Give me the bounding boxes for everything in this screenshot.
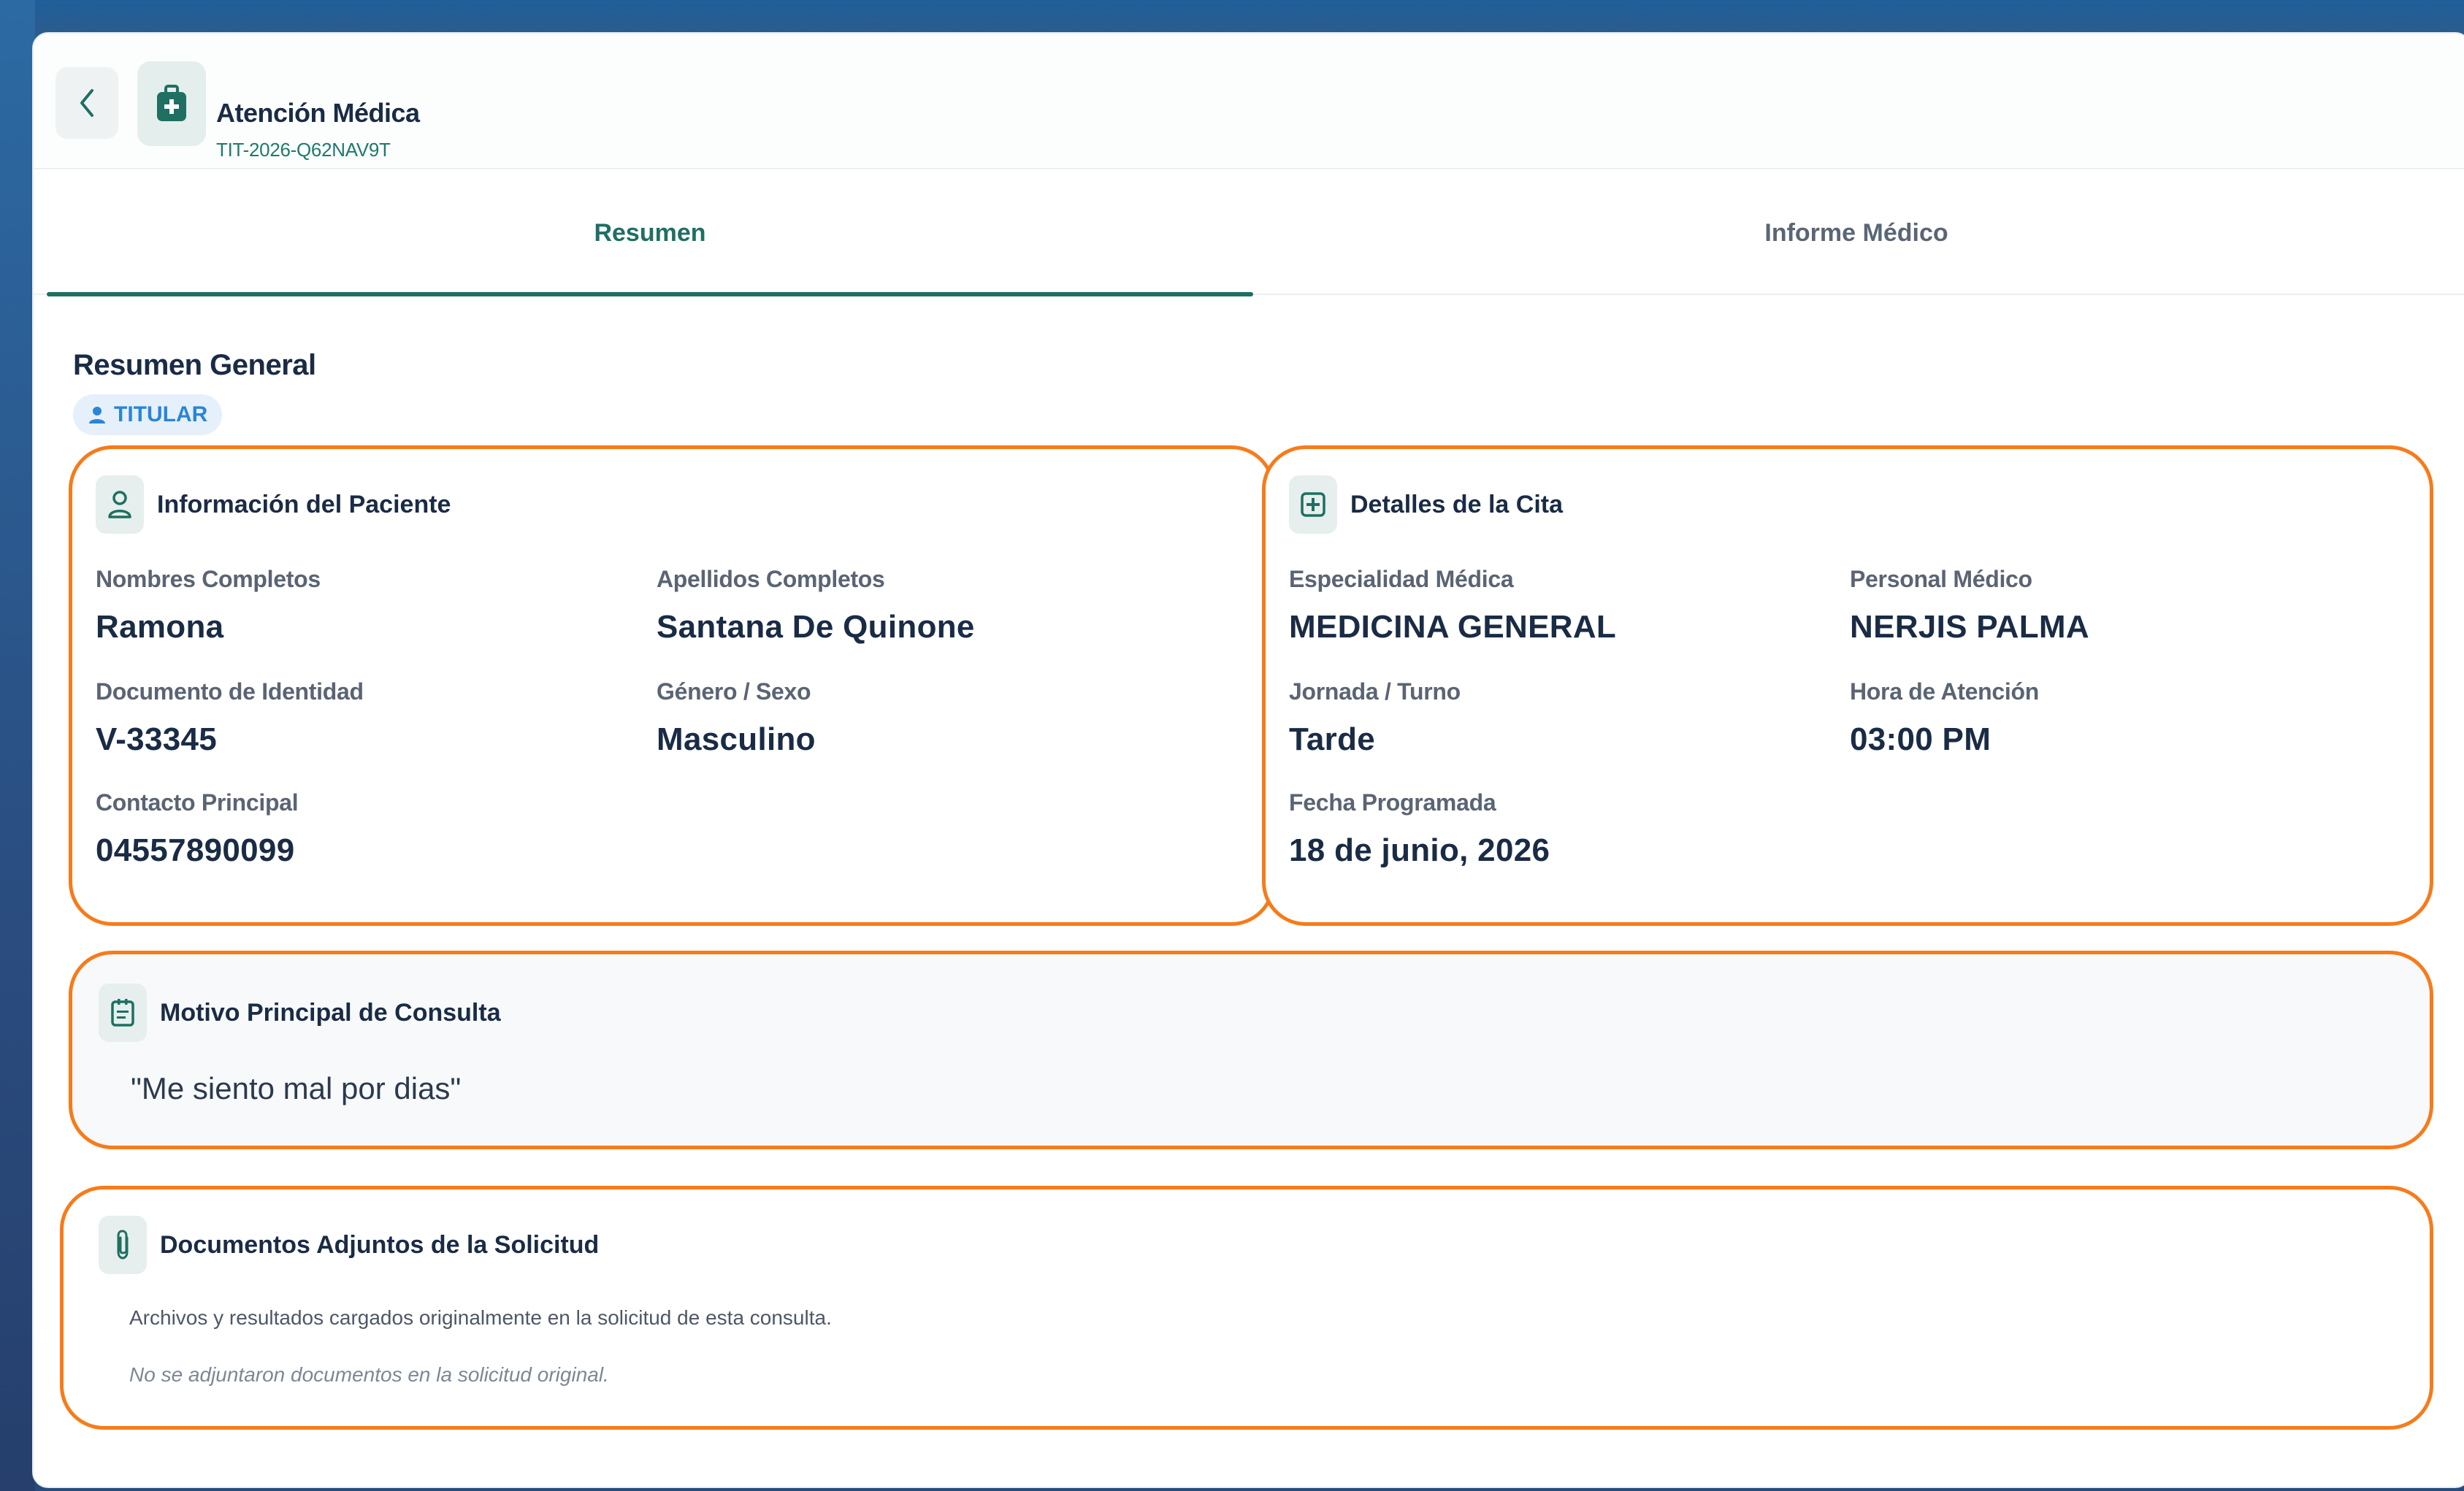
field-label: Apellidos Completos [657,566,885,592]
field-value: NERJIS PALMA [1850,609,2089,645]
field-label: Especialidad Médica [1289,566,1514,592]
medical-bag-icon [137,61,206,146]
chevron-left-icon [80,89,93,117]
field-value: Masculino [657,721,816,757]
field-label: Personal Médico [1850,566,2032,592]
section-title: Resumen General [73,349,316,381]
paperclip-icon [99,1216,147,1274]
appointment-card-title: Detalles de la Cita [1350,490,1564,518]
attached-documents-card: Documentos Adjuntos de la Solicitud Arch… [60,1186,2433,1430]
field-shift: Jornada / Turno Tarde [1289,678,1461,758]
person-icon [96,475,144,534]
reason-card-header: Motivo Principal de Consulta [99,984,501,1042]
consultation-reason-card: Motivo Principal de Consulta "Me siento … [69,951,2433,1149]
back-button[interactable] [56,67,118,139]
user-icon [89,407,105,423]
reason-text: "Me siento mal por dias" [131,1071,462,1105]
field-id-document: Documento de Identidad V-33345 [96,678,364,758]
documents-empty-message: No se adjuntaron documentos en la solici… [129,1363,609,1386]
documents-card-header: Documentos Adjuntos de la Solicitud [99,1216,599,1274]
field-medical-staff: Personal Médico NERJIS PALMA [1850,566,2089,645]
notes-icon [99,984,147,1042]
field-attention-time: Hora de Atención 03:00 PM [1850,678,2039,758]
field-label: Jornada / Turno [1289,678,1461,705]
field-label: Contacto Principal [96,789,299,816]
appointment-details-card: Detalles de la Cita Especialidad Médica … [1262,445,2433,926]
field-scheduled-date: Fecha Programada 18 de junio, 2026 [1289,789,1550,869]
patient-info-card: Información del Paciente Nombres Complet… [69,445,1275,926]
page-header: Atención Médica TIT-2026-Q62NAV9T [34,34,2464,169]
documents-description: Archivos y resultados cargados originalm… [129,1306,832,1329]
field-value: V-33345 [96,721,218,757]
field-value: 04557890099 [96,832,295,868]
status-badge: TITULAR [73,394,223,435]
field-value: Tarde [1289,721,1376,757]
documents-card-title: Documentos Adjuntos de la Solicitud [160,1230,600,1259]
patient-card-title: Información del Paciente [157,490,451,518]
field-label: Nombres Completos [96,566,321,592]
badge-label: TITULAR [114,402,208,426]
tab-informe-medico[interactable]: Informe Médico [1253,171,2460,295]
page-title: Atención Médica [216,98,420,128]
appointment-card-header: Detalles de la Cita [1289,475,1563,534]
main-panel: Atención Médica TIT-2026-Q62NAV9T Resume… [32,32,2464,1488]
field-value: Santana De Quinone [657,609,975,645]
field-label: Género / Sexo [657,678,811,705]
tab-resumen[interactable]: Resumen [47,171,1253,296]
field-value: Ramona [96,609,224,645]
field-value: 03:00 PM [1850,721,1992,757]
field-label: Documento de Identidad [96,678,364,705]
tab-bar: Resumen Informe Médico [34,171,2464,296]
field-value: MEDICINA GENERAL [1289,609,1617,645]
field-last-names: Apellidos Completos Santana De Quinone [657,566,975,645]
field-first-names: Nombres Completos Ramona [96,566,321,645]
field-label: Fecha Programada [1289,789,1496,816]
request-code: TIT-2026-Q62NAV9T [216,139,391,161]
field-specialty: Especialidad Médica MEDICINA GENERAL [1289,566,1616,645]
field-contact: Contacto Principal 04557890099 [96,789,299,869]
medical-plus-icon [1289,475,1337,534]
background-strip [0,0,35,1491]
field-label: Hora de Atención [1850,678,2039,705]
field-gender: Género / Sexo Masculino [657,678,816,758]
patient-card-header: Información del Paciente [96,475,451,534]
reason-card-title: Motivo Principal de Consulta [160,998,501,1027]
field-value: 18 de junio, 2026 [1289,832,1550,868]
